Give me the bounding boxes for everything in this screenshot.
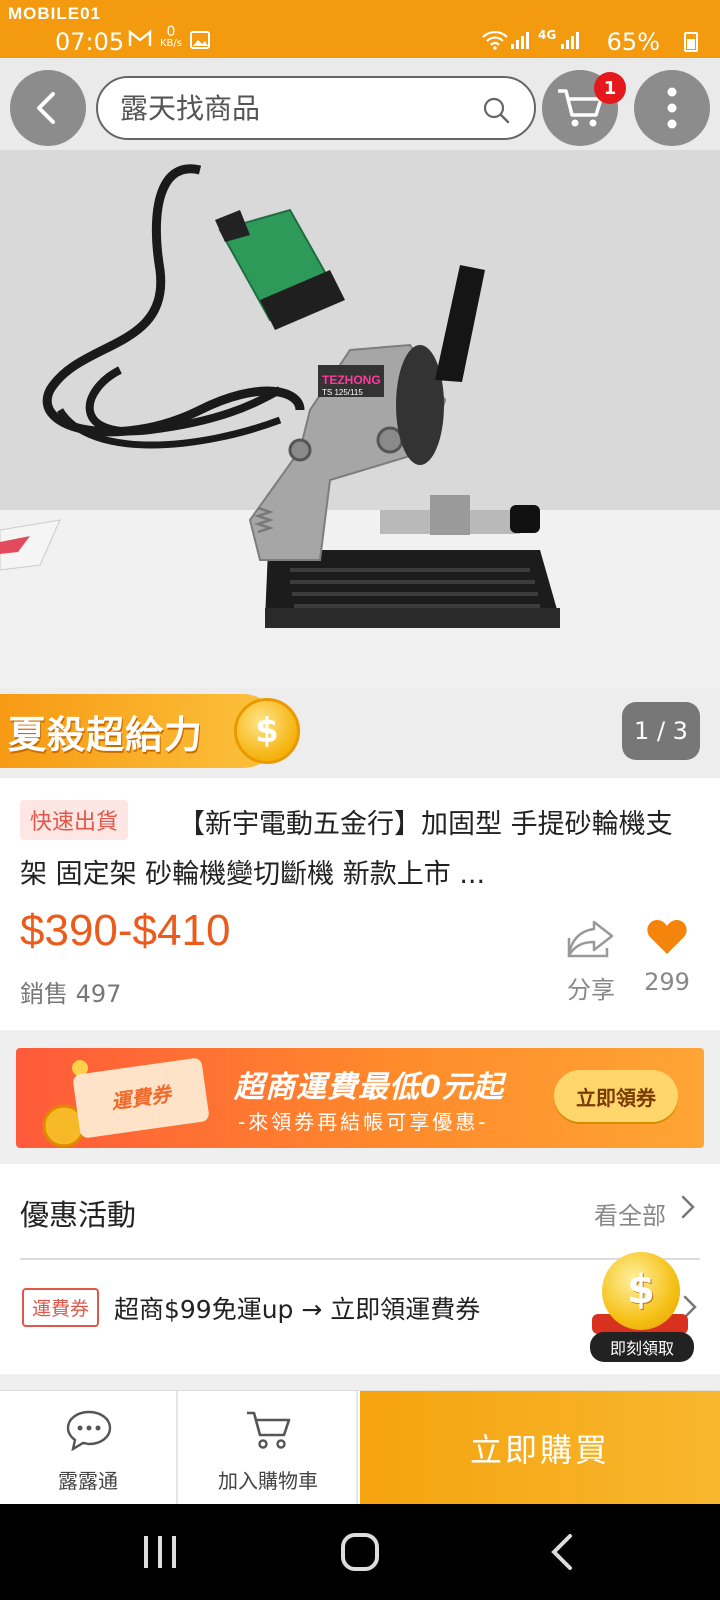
sales-count: 銷售 497 <box>20 980 122 1008</box>
banner-subtitle: -來領券再結帳可享優惠- <box>238 1110 489 1134</box>
fast-shipping-badge: 快速出貨 <box>20 800 129 840</box>
banner-title: 超商運費最低0元起 <box>234 1070 504 1105</box>
battery-percent: 65% <box>606 28 660 56</box>
buy-now-button[interactable]: 立即購買 <box>360 1391 720 1505</box>
image-page-indicator: 1 / 3 <box>622 702 700 760</box>
share-label: 分享 <box>567 976 615 1004</box>
bottom-action-bar: 露露通 加入購物車 立即購買 <box>0 1390 720 1505</box>
search-icon[interactable] <box>482 96 510 124</box>
floating-claim-coin[interactable]: $ 即刻領取 <box>590 1252 700 1382</box>
see-all-link[interactable]: 看全部 <box>594 1196 666 1231</box>
wifi-icon <box>482 30 508 54</box>
cart-count-badge: 1 <box>594 72 626 104</box>
heart-icon <box>647 920 687 954</box>
net-speed-unit: KB/s <box>160 38 182 49</box>
chat-bubble-icon <box>66 1410 112 1451</box>
network-type: 4G <box>538 28 557 42</box>
chevron-right-icon[interactable] <box>680 1194 696 1220</box>
chat-label: 露露通 <box>58 1469 118 1493</box>
promo-strip: 夏殺超給力 $ 1 / 3 <box>0 688 720 778</box>
favorites-count: 299 <box>644 968 690 996</box>
product-price: $390-$410 <box>20 906 231 955</box>
chevron-left-icon <box>37 92 55 124</box>
search-input[interactable] <box>120 88 460 128</box>
product-image[interactable]: TEZHONG TS 125/115 <box>0 150 720 688</box>
share-icon <box>567 920 614 958</box>
offer-item-text[interactable]: 超商$99免運up → 立即領運費券 <box>114 1290 480 1326</box>
image-brand-text: TEZHONG <box>322 373 381 387</box>
gallery-notification-icon <box>190 31 210 53</box>
coin-icon: $ <box>234 698 300 764</box>
product-info: 【新宇電動五金行】加固型 手提砂輪機支架 固定架 砂輪機變切斷機 新款上市 ..… <box>0 778 720 1030</box>
home-icon[interactable] <box>340 1532 380 1572</box>
status-brand-logo: MOBILE01 <box>8 4 102 23</box>
more-vertical-icon <box>667 87 677 129</box>
status-time: 07:05 <box>55 28 125 56</box>
claim-now-label: 即刻領取 <box>590 1332 694 1362</box>
favorite-button[interactable]: 299 <box>632 918 702 996</box>
back-button[interactable] <box>10 70 86 146</box>
shipping-coupon-banner[interactable]: 運費券 超商運費最低0元起 -來領券再結帳可享優惠- 立即領券 <box>16 1048 704 1148</box>
share-button[interactable]: 分享 <box>556 918 626 1005</box>
back-nav-icon[interactable] <box>548 1532 578 1572</box>
dollar-coin-icon: $ <box>602 1252 680 1330</box>
gmail-icon <box>128 29 152 53</box>
system-navigation-bar <box>0 1504 720 1600</box>
net-speed-value: 0 <box>166 24 176 40</box>
net-speed: 0 KB/s <box>160 24 182 49</box>
add-to-cart-label: 加入購物車 <box>218 1469 318 1493</box>
status-bar: MOBILE01 07:05 0 KB/s 4G 65% <box>0 0 720 58</box>
top-bar: 1 <box>0 58 720 150</box>
shipping-coupon-tag: 運費券 <box>22 1288 100 1327</box>
coupon-banner-section: 運費券 超商運費最低0元起 -來領券再結帳可享優惠- 立即領券 <box>0 1030 720 1164</box>
claim-coupon-button[interactable]: 立即領券 <box>554 1070 678 1122</box>
cart-icon <box>247 1411 291 1449</box>
signal-icon-1 <box>510 30 530 54</box>
search-bar[interactable] <box>96 76 536 140</box>
battery-icon <box>684 32 698 52</box>
chat-button[interactable]: 露露通 <box>0 1391 178 1505</box>
offers-title: 優惠活動 <box>20 1198 137 1232</box>
image-model-text: TS 125/115 <box>322 388 363 397</box>
add-to-cart-button[interactable]: 加入購物車 <box>180 1391 358 1505</box>
grinder-stand-illustration: TEZHONG TS 125/115 <box>0 150 720 688</box>
signal-icon-2 <box>560 30 580 54</box>
recent-apps-icon[interactable] <box>140 1534 180 1570</box>
more-options-button[interactable] <box>634 70 710 146</box>
